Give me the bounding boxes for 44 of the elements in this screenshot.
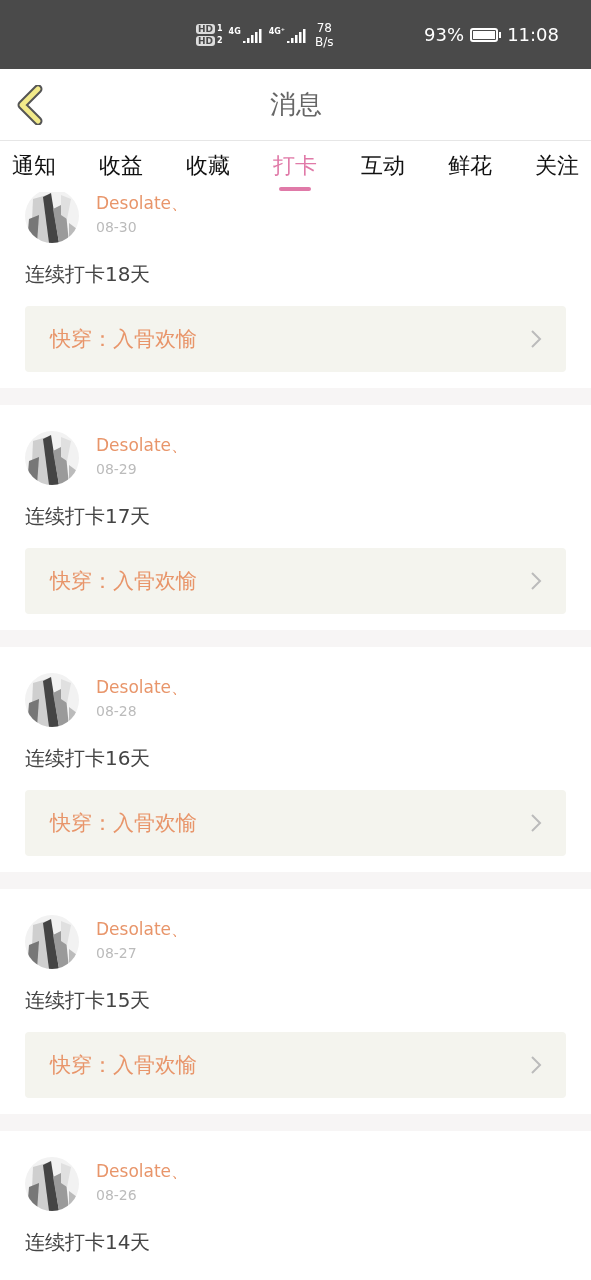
user-name[interactable]: Desolate、 xyxy=(96,918,189,941)
chevron-right-icon xyxy=(530,1055,542,1075)
tab[interactable]: 鲜花 xyxy=(447,141,492,192)
user-name[interactable]: Desolate、 xyxy=(96,1160,189,1183)
tab[interactable]: 通知 xyxy=(12,141,56,192)
signal-icon xyxy=(287,26,308,43)
book-link[interactable]: 快穿：入骨欢愉 xyxy=(25,790,566,856)
message-text: 连续打卡17天 xyxy=(25,503,152,530)
speed-unit: B/s xyxy=(315,34,334,49)
clock: 11:08 xyxy=(507,24,559,45)
tab[interactable]: 互动 xyxy=(360,141,405,192)
book-link[interactable]: 快穿：入骨欢愉 xyxy=(25,1032,566,1098)
book-link[interactable]: 快穿：入骨欢愉 xyxy=(25,306,566,372)
sim-label: HD xyxy=(196,23,215,34)
sim-index: 2 xyxy=(217,36,223,45)
message-text: 连续打卡16天 xyxy=(25,745,152,772)
signal-icon xyxy=(242,26,263,43)
chevron-right-icon xyxy=(530,813,542,833)
sim-label: HD xyxy=(196,35,215,46)
tab[interactable]: 收益 xyxy=(99,141,144,192)
message-text: 连续打卡14天 xyxy=(25,1229,152,1256)
tab[interactable]: 收藏 xyxy=(186,141,231,192)
chevron-right-icon xyxy=(530,329,542,349)
network-speed: 78 xyxy=(316,20,332,35)
battery-icon xyxy=(470,27,499,42)
sim-index: 1 xyxy=(217,24,223,33)
tab[interactable]: 关注 xyxy=(534,141,579,192)
message-date: 08-29 xyxy=(96,461,138,477)
network-type: 4G xyxy=(228,26,241,36)
message-text: 连续打卡15天 xyxy=(25,987,152,1014)
user-name[interactable]: Desolate、 xyxy=(96,192,189,215)
network-type: 4G⁺ xyxy=(268,26,286,36)
chevron-right-icon xyxy=(530,571,542,591)
tab[interactable]: 打卡 xyxy=(273,141,318,192)
user-name[interactable]: Desolate、 xyxy=(96,676,189,699)
message-date: 08-30 xyxy=(96,219,138,235)
user-name[interactable]: Desolate、 xyxy=(96,434,189,457)
message-date: 08-28 xyxy=(96,703,138,719)
message-text: 连续打卡18天 xyxy=(25,261,152,288)
book-link[interactable]: 快穿：入骨欢愉 xyxy=(25,548,566,614)
message-date: 08-26 xyxy=(96,1187,138,1203)
message-date: 08-27 xyxy=(96,945,138,961)
page-title: 消息 xyxy=(269,88,322,121)
battery-percent: 93% xyxy=(424,24,465,45)
